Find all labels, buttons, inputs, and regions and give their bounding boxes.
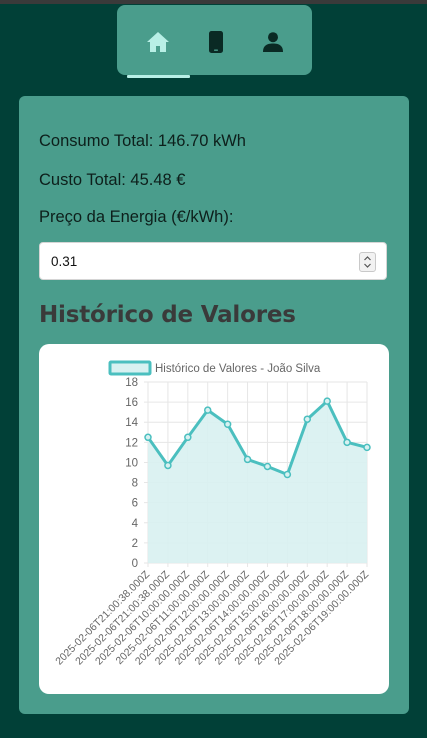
y-tick-label: 2 [132,538,138,550]
nav-profile-button[interactable] [258,27,288,57]
y-tick-label: 12 [125,437,138,449]
history-chart-card: 0 2 4 6 8 10 12 14 16 18 2025-02-06T21:00:38.000Z… [39,344,389,694]
data-point[interactable] [363,443,371,452]
energy-summary-card: Consumo Total: 146.70 kWh Custo Total: 4… [19,96,409,714]
bottom-nav-bar [117,5,312,78]
custo-total-text: Custo Total: 45.48 € [39,171,186,189]
y-tick-label: 14 [125,417,138,429]
preco-energia-label: Preço da Energia (€/kWh): [39,208,234,226]
y-tick-label: 4 [132,518,139,530]
data-point[interactable] [164,461,172,470]
consumo-total-text: Consumo Total: 146.70 kWh [39,132,246,150]
nav-home-button[interactable] [143,27,173,57]
data-point[interactable] [283,470,292,479]
y-tick-label: 0 [132,558,138,570]
history-section-title: Histórico de Valores [39,302,296,328]
window-top-bar [0,0,427,4]
home-icon [147,32,169,52]
price-input[interactable] [40,243,340,279]
data-point[interactable] [343,438,351,447]
data-point[interactable] [303,415,312,423]
y-tick-label: 18 [125,377,138,389]
history-line-chart: 024681012141618 2025-02-06T21:00:38.000Z… [53,360,372,668]
data-point[interactable] [263,462,272,471]
series-area-fill [148,401,367,563]
smartphone-icon [209,31,223,53]
data-point[interactable] [203,406,212,414]
price-input-field[interactable] [39,242,387,280]
user-icon [263,32,283,52]
active-tab-indicator [127,75,190,78]
data-point[interactable] [323,397,331,405]
data-point[interactable] [243,455,252,464]
legend-label[interactable]: Histórico de Valores - João Silva [155,363,321,375]
number-stepper[interactable] [359,252,376,272]
nav-device-button[interactable] [201,27,231,57]
y-tick-label: 6 [132,498,138,510]
stepper-arrows-icon [364,256,371,268]
data-point[interactable] [144,433,152,442]
data-point[interactable] [184,433,192,442]
data-point[interactable] [223,420,232,428]
y-tick-label: 10 [125,457,138,469]
legend-swatch[interactable] [108,360,152,376]
y-tick-label: 8 [132,478,138,490]
y-tick-label: 16 [125,397,138,409]
